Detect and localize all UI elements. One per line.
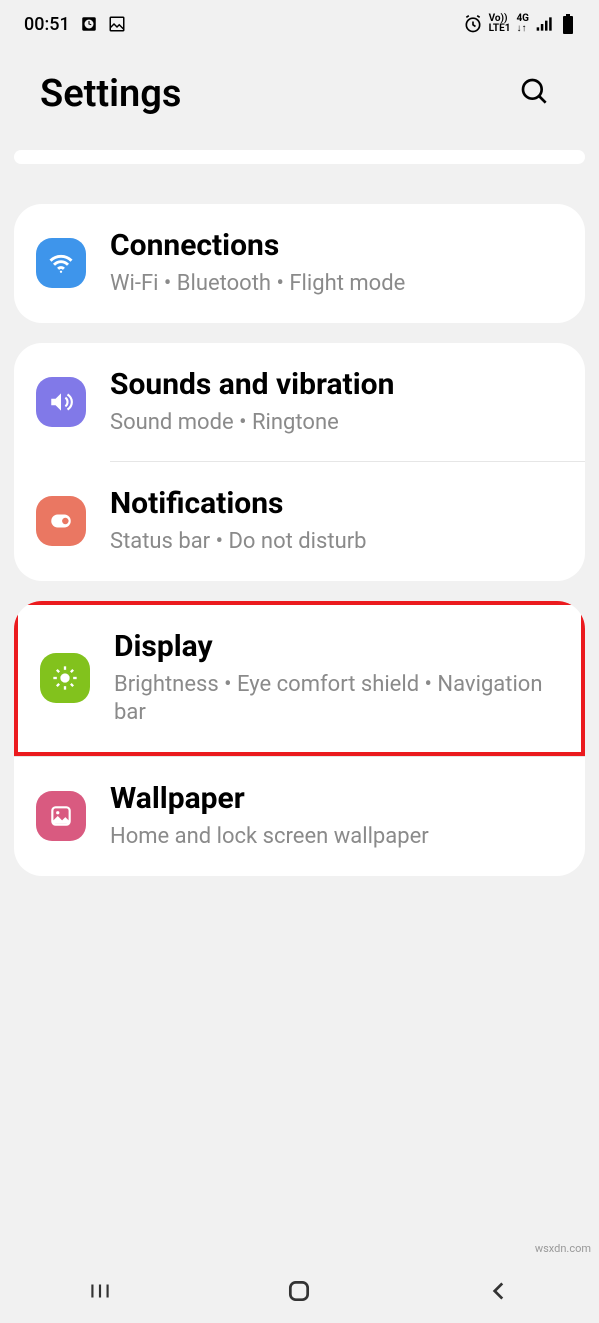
status-left: 00:51 [24, 14, 126, 35]
row-subtitle: Status bar • Do not disturb [110, 528, 563, 557]
search-icon [519, 76, 551, 108]
page-title: Settings [40, 72, 181, 116]
home-button[interactable] [286, 1278, 312, 1308]
row-subtitle: Home and lock screen wallpaper [110, 823, 563, 852]
watermark: wsxdn.com [535, 1242, 591, 1255]
row-text: Display Brightness • Eye comfort shield … [114, 629, 559, 728]
volte-icon: Vo))LTE1 [489, 14, 511, 34]
sound-icon [36, 377, 86, 427]
settings-item-connections[interactable]: Connections Wi-Fi • Bluetooth • Flight m… [14, 204, 585, 323]
row-title: Sounds and vibration [110, 367, 563, 403]
settings-group-sounds-notifications: Sounds and vibration Sound mode • Ringto… [14, 343, 585, 581]
row-text: Connections Wi-Fi • Bluetooth • Flight m… [110, 228, 563, 299]
settings-item-wallpaper[interactable]: Wallpaper Home and lock screen wallpaper [14, 757, 585, 876]
row-text: Wallpaper Home and lock screen wallpaper [110, 781, 563, 852]
signal-icon [535, 14, 555, 34]
clock-icon [80, 15, 98, 33]
settings-item-notifications[interactable]: Notifications Status bar • Do not distur… [14, 462, 585, 581]
row-title: Display [114, 629, 559, 665]
row-text: Sounds and vibration Sound mode • Ringto… [110, 367, 563, 438]
wallpaper-icon [36, 791, 86, 841]
status-time: 00:51 [24, 14, 70, 35]
row-text: Notifications Status bar • Do not distur… [110, 486, 563, 557]
recents-button[interactable] [87, 1278, 113, 1308]
notification-icon [36, 496, 86, 546]
image-icon [108, 15, 126, 33]
row-title: Notifications [110, 486, 563, 522]
row-title: Wallpaper [110, 781, 563, 817]
row-subtitle: Sound mode • Ringtone [110, 409, 563, 438]
settings-item-display[interactable]: Display Brightness • Eye comfort shield … [14, 601, 585, 756]
search-button[interactable] [511, 68, 559, 120]
settings-item-sounds[interactable]: Sounds and vibration Sound mode • Ringto… [14, 343, 585, 462]
status-right: Vo))LTE1 4G↓↑ [463, 13, 575, 35]
alarm-icon [463, 14, 483, 34]
row-title: Connections [110, 228, 563, 264]
settings-group-display-wallpaper: Display Brightness • Eye comfort shield … [14, 601, 585, 876]
spacer-card [14, 150, 585, 164]
back-button[interactable] [486, 1278, 512, 1308]
navigation-bar [0, 1263, 599, 1323]
row-subtitle: Wi-Fi • Bluetooth • Flight mode [110, 270, 563, 299]
row-subtitle: Brightness • Eye comfort shield • Naviga… [114, 671, 559, 728]
brightness-icon [40, 653, 90, 703]
header: Settings [0, 48, 599, 150]
wifi-icon [36, 238, 86, 288]
settings-group-connections: Connections Wi-Fi • Bluetooth • Flight m… [14, 204, 585, 323]
status-bar: 00:51 Vo))LTE1 4G↓↑ [0, 0, 599, 48]
battery-icon [561, 13, 575, 35]
network-4g-icon: 4G↓↑ [516, 14, 529, 34]
content: Connections Wi-Fi • Bluetooth • Flight m… [0, 150, 599, 876]
